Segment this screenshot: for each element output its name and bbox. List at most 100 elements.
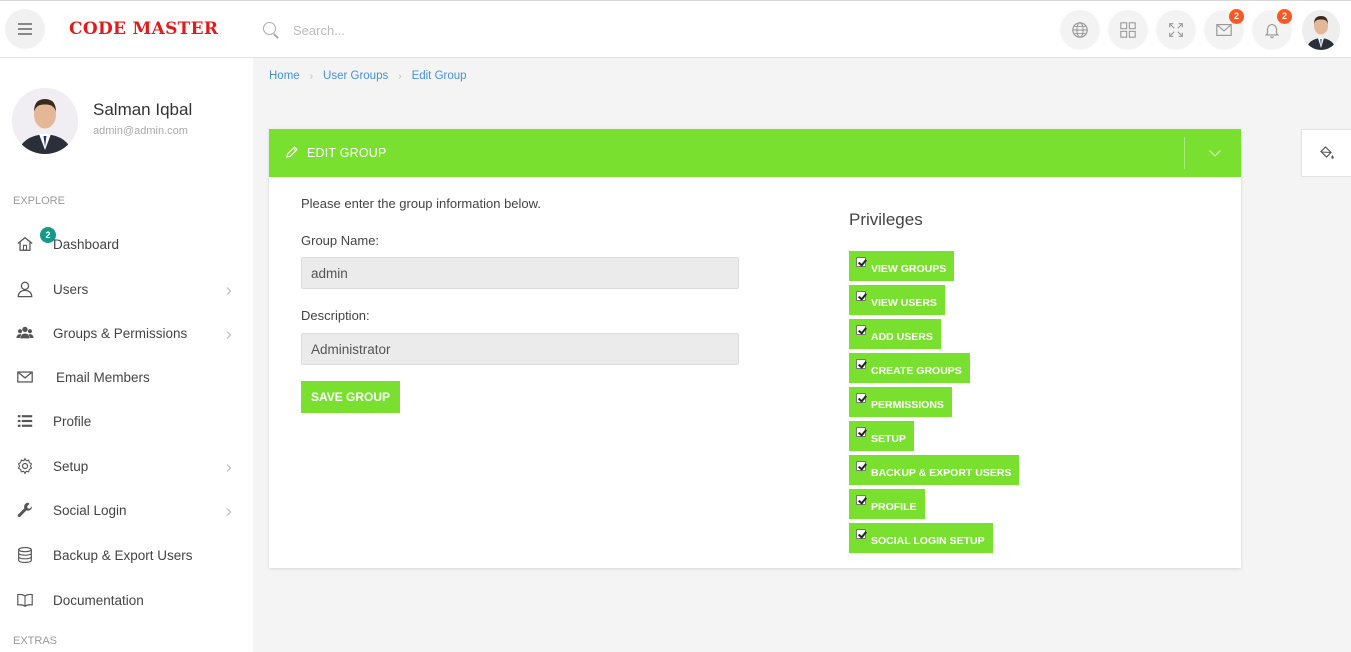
apps-grid-button[interactable]	[1108, 10, 1148, 50]
privilege-label: VIEW USERS	[871, 297, 937, 309]
chevron-right-icon	[224, 461, 234, 472]
profile-email: admin@admin.com	[93, 125, 188, 137]
notifications-count-badge: 2	[1277, 9, 1292, 24]
group-name-input[interactable]	[301, 257, 739, 289]
sidebar-item-groups-permissions[interactable]: Groups & Permissions	[0, 313, 253, 353]
edit-group-card: EDIT GROUP Please enter the group inform…	[269, 129, 1241, 568]
extras-section-label: EXTRAS	[13, 635, 58, 647]
form-intro-text: Please enter the group information below…	[301, 196, 541, 211]
users-icon	[15, 323, 35, 343]
sidebar-item-backup-export[interactable]: Backup & Export Users	[0, 535, 253, 575]
sidebar-item-email-members[interactable]: Email Members	[0, 357, 253, 397]
checkbox-checked-icon[interactable]	[856, 393, 866, 403]
privilege-view-users[interactable]: VIEW USERS	[849, 285, 945, 315]
brand-logo[interactable]: CODE MASTER	[69, 19, 218, 39]
theme-settings-tab[interactable]	[1301, 129, 1351, 177]
privilege-permissions[interactable]: PERMISSIONS	[849, 387, 952, 417]
search-input[interactable]	[293, 22, 533, 38]
chevron-down-icon[interactable]	[1207, 145, 1223, 161]
privilege-label: SOCIAL LOGIN SETUP	[871, 535, 985, 547]
mail-icon	[1216, 24, 1232, 36]
top-bar: CODE MASTER 2 2	[0, 0, 1351, 58]
checkbox-checked-icon[interactable]	[856, 495, 866, 505]
breadcrumb: Home › User Groups › Edit Group	[269, 70, 467, 82]
bell-icon	[1264, 24, 1280, 39]
sidebar-item-profile[interactable]: Profile	[0, 401, 253, 441]
sidebar-item-label: Documentation	[53, 592, 144, 608]
sidebar-item-label: Dashboard	[53, 236, 120, 252]
book-icon	[15, 590, 35, 610]
privilege-social-login-setup[interactable]: SOCIAL LOGIN SETUP	[849, 523, 993, 553]
sidebar: Salman Iqbal admin@admin.com EXPLORE 2 D…	[0, 58, 253, 652]
privilege-label: VIEW GROUPS	[871, 263, 947, 275]
sidebar-item-dashboard[interactable]: 2 Dashboard	[0, 224, 253, 264]
mail-icon	[15, 367, 35, 387]
save-group-button[interactable]: SAVE GROUP	[301, 381, 400, 413]
fullscreen-button[interactable]	[1156, 10, 1196, 50]
grid-icon	[1120, 22, 1136, 38]
checkbox-checked-icon[interactable]	[856, 257, 866, 267]
breadcrumb-home[interactable]: Home	[269, 70, 300, 82]
header-divider	[1184, 137, 1185, 169]
privilege-label: PERMISSIONS	[871, 399, 944, 411]
privilege-profile[interactable]: PROFILE	[849, 489, 925, 519]
sidebar-item-documentation[interactable]: Documentation	[0, 580, 253, 620]
user-icon	[15, 279, 35, 299]
card-title: EDIT GROUP	[307, 146, 387, 160]
privilege-create-groups[interactable]: CREATE GROUPS	[849, 353, 970, 383]
sidebar-item-users[interactable]: Users	[0, 269, 253, 309]
home-icon: 2	[15, 227, 56, 254]
paint-bucket-icon	[1319, 146, 1334, 159]
description-label: Description:	[301, 308, 370, 323]
privilege-setup[interactable]: SETUP	[849, 421, 915, 451]
description-input[interactable]	[301, 333, 739, 365]
wrench-icon	[15, 500, 35, 520]
card-header: EDIT GROUP	[269, 129, 1241, 177]
checkbox-checked-icon[interactable]	[856, 461, 866, 471]
list-icon	[15, 411, 35, 431]
privilege-add-users[interactable]: ADD USERS	[849, 319, 941, 349]
profile-name: Salman Iqbal	[93, 100, 193, 119]
chevron-right-icon	[224, 328, 234, 339]
messages-count-badge: 2	[1229, 9, 1244, 24]
language-button[interactable]	[1060, 10, 1100, 50]
checkbox-checked-icon[interactable]	[856, 359, 866, 369]
sidebar-item-label: Social Login	[53, 502, 127, 518]
avatar-picture	[1302, 10, 1340, 50]
checkbox-checked-icon[interactable]	[856, 427, 866, 437]
privilege-label: SETUP	[871, 433, 907, 445]
notifications-button[interactable]: 2	[1252, 9, 1292, 50]
privilege-backup-export-users[interactable]: BACKUP & EXPORT USERS	[849, 455, 1020, 485]
breadcrumb-user-groups[interactable]: User Groups	[323, 70, 388, 82]
pencil-icon	[286, 146, 298, 158]
checkbox-checked-icon[interactable]	[856, 291, 866, 301]
sidebar-item-label: Email Members	[56, 369, 150, 385]
sidebar-item-setup[interactable]: Setup	[0, 446, 253, 486]
search-icon	[262, 21, 280, 39]
privilege-label: ADD USERS	[871, 331, 933, 343]
profile-picture	[12, 88, 78, 154]
privilege-label: BACKUP & EXPORT USERS	[871, 467, 1012, 479]
messages-button[interactable]: 2	[1204, 9, 1244, 50]
profile-avatar[interactable]	[12, 88, 78, 154]
sidebar-item-social-login[interactable]: Social Login	[0, 490, 253, 530]
sidebar-item-label: Users	[53, 281, 89, 297]
privilege-view-groups[interactable]: VIEW GROUPS	[849, 251, 955, 281]
chevron-right-icon	[224, 505, 234, 516]
breadcrumb-separator-icon: ›	[309, 70, 314, 82]
explore-section-label: EXPLORE	[13, 195, 65, 207]
database-icon	[15, 545, 35, 565]
checkbox-checked-icon[interactable]	[856, 529, 866, 539]
checkbox-checked-icon[interactable]	[856, 325, 866, 335]
user-avatar[interactable]	[1302, 10, 1340, 50]
privilege-label: CREATE GROUPS	[871, 365, 962, 377]
hamburger-icon	[18, 23, 32, 35]
gear-icon	[15, 456, 35, 476]
privileges-heading: Privileges	[849, 210, 923, 229]
globe-icon	[1072, 22, 1088, 38]
sidebar-item-label: Setup	[53, 458, 89, 474]
search-bar	[262, 19, 562, 41]
hamburger-menu-button[interactable]	[5, 9, 45, 49]
breadcrumb-edit-group[interactable]: Edit Group	[412, 70, 467, 82]
breadcrumb-separator-icon: ›	[398, 70, 402, 82]
